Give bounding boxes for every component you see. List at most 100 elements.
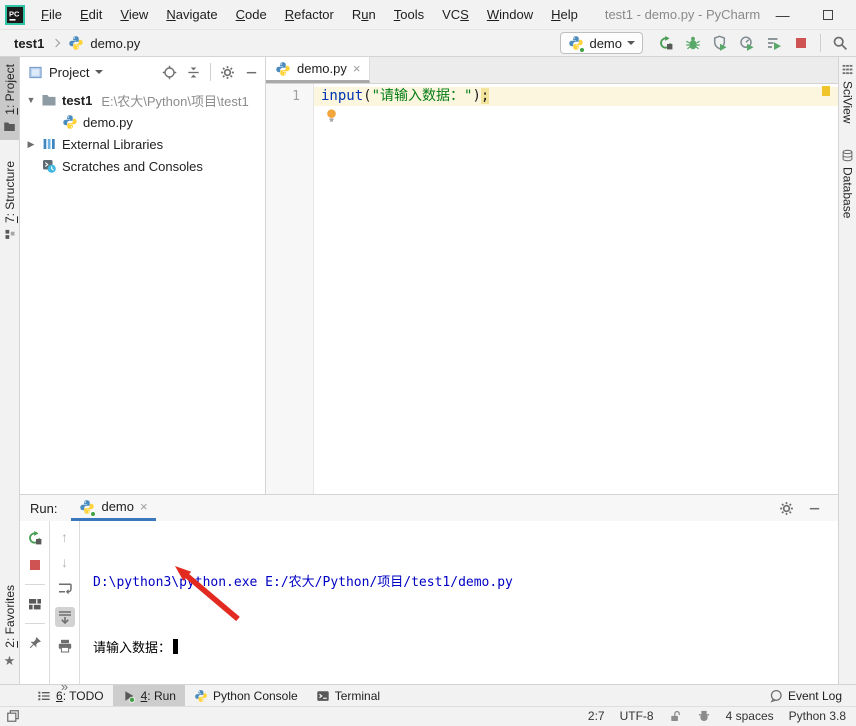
structure-icon (4, 228, 16, 240)
run-with-coverage-button[interactable] (712, 35, 728, 51)
run-toolbar: demo (560, 32, 848, 54)
toolwindow-tab-database[interactable]: Database (839, 149, 856, 218)
debug-button[interactable] (685, 35, 701, 51)
menu-item-navigate[interactable]: Navigate (157, 0, 226, 29)
restore-layout-button[interactable] (27, 596, 43, 612)
menu-item-view[interactable]: View (111, 0, 157, 29)
up-stack-trace-button[interactable]: ↑ (61, 530, 68, 544)
run-configuration-selector[interactable]: demo (560, 32, 643, 54)
project-toolwindow-icon (28, 65, 43, 80)
hide-panel-button[interactable] (244, 65, 259, 80)
run-panel-title: Run: (30, 501, 57, 516)
run-config-name: demo (589, 36, 622, 51)
code-area[interactable]: input("请输入数据："); (314, 84, 838, 494)
breadcrumb-project[interactable]: test1 (14, 36, 44, 51)
window-title: test1 - demo.py - PyCharm (605, 7, 760, 22)
stop-button[interactable] (27, 557, 43, 573)
menu-item-vcs[interactable]: VCS (433, 0, 478, 29)
tree-root-path: E:\农大\Python\项目\test1 (101, 91, 248, 110)
menu-item-tools[interactable]: Tools (385, 0, 433, 29)
star-icon: ★ (4, 653, 16, 669)
soft-wrap-button[interactable] (57, 580, 73, 596)
editor-body[interactable]: 1 input("请输入数据："); (266, 84, 838, 494)
tree-row-scratches[interactable]: Scratches and Consoles (20, 155, 265, 177)
database-icon (841, 149, 854, 162)
down-stack-trace-button[interactable]: ↓ (61, 555, 68, 569)
title-bar: FileEditViewNavigateCodeRefactorRunTools… (0, 0, 856, 30)
tree-row-file[interactable]: demo.py (20, 111, 265, 133)
favorites-tab-label: 2 (3, 641, 17, 648)
pycharm-logo-icon (5, 5, 25, 25)
menu-item-run[interactable]: Run (343, 0, 385, 29)
run-with-button[interactable] (766, 35, 782, 51)
run-console[interactable]: D:\python3\python.exe E:/农大/Python/项目/te… (80, 521, 838, 684)
toolwindow-tab-project[interactable]: 1: Project (0, 57, 19, 140)
run-toolwindow: Run: demo × (20, 494, 838, 684)
chevron-expanded-icon[interactable]: ▼ (26, 95, 36, 105)
gear-icon[interactable] (220, 65, 235, 80)
window-controls: — × (760, 0, 856, 29)
toolwindow-switcher-icon[interactable] (6, 709, 20, 723)
run-config-python-icon (568, 35, 584, 51)
rerun-button[interactable] (658, 35, 674, 51)
editor-gutter: 1 (266, 84, 314, 494)
menu-item-window[interactable]: Window (478, 0, 542, 29)
scroll-to-end-button[interactable] (55, 607, 75, 627)
minimize-button[interactable]: — (760, 0, 805, 29)
console-caret (173, 639, 178, 654)
pin-tab-button[interactable] (27, 635, 43, 651)
run-panel-header: Run: demo × (20, 495, 838, 521)
toolwindow-tab-structure[interactable]: 7: Structure (0, 154, 19, 247)
tree-row-root[interactable]: ▼ test1 E:\农大\Python\项目\test1 (20, 89, 265, 111)
code-token-string: "请输入数据：" (372, 88, 473, 104)
collapse-all-button[interactable] (186, 65, 201, 80)
locate-file-button[interactable] (162, 65, 177, 80)
project-tree: ▼ test1 E:\农大\Python\项目\test1 demo.py ▶ … (20, 87, 265, 177)
menu-item-code[interactable]: Code (227, 0, 276, 29)
close-icon[interactable]: × (353, 62, 361, 75)
run-toolbar-left (20, 521, 50, 684)
toolbar-divider (210, 63, 211, 81)
scrollbar-warning-mark[interactable] (822, 86, 830, 96)
folder-icon (3, 120, 16, 133)
tree-row-external-libraries[interactable]: ▶ External Libraries (20, 133, 265, 155)
code-line-1[interactable]: input("请输入数据："); (314, 87, 838, 106)
rerun-button[interactable] (27, 530, 43, 546)
chevron-collapsed-icon[interactable]: ▶ (26, 139, 36, 150)
toolwindow-tab-sciview[interactable]: SciView (839, 63, 856, 123)
project-panel-header: Project (20, 57, 265, 87)
console-prompt-line: 请输入数据： (93, 638, 838, 660)
search-everywhere-button[interactable] (832, 35, 848, 51)
menu-item-edit[interactable]: Edit (71, 0, 111, 29)
toolwindow-tab-favorites[interactable]: 2: Favorites ★ (0, 578, 19, 676)
python-file-icon (62, 114, 78, 130)
chevron-down-icon (627, 41, 635, 45)
code-token-func: input (321, 88, 363, 104)
run-tab-demo[interactable]: demo × (71, 495, 155, 521)
tree-file-name: demo.py (83, 115, 133, 130)
menu-item-refactor[interactable]: Refactor (276, 0, 343, 29)
intention-bulb-icon[interactable] (324, 108, 339, 123)
close-icon[interactable]: × (140, 500, 148, 513)
console-command-line: D:\python3\python.exe E:/农大/Python/项目/te… (93, 572, 838, 594)
close-button[interactable]: × (850, 0, 856, 29)
scratches-icon (41, 158, 57, 174)
editor-tab-demo[interactable]: demo.py × (266, 57, 370, 83)
database-tab-label: Database (841, 167, 855, 218)
menu-item-file[interactable]: File (32, 0, 71, 29)
tree-scratches-label: Scratches and Consoles (62, 159, 203, 174)
chevron-down-icon[interactable] (95, 70, 103, 74)
editor-tab-bar: demo.py × (266, 57, 838, 84)
print-button[interactable] (57, 638, 73, 654)
breadcrumb-file[interactable]: demo.py (90, 36, 140, 51)
hide-panel-button[interactable] (807, 501, 822, 516)
profile-button[interactable] (739, 35, 755, 51)
stop-button[interactable] (793, 35, 809, 51)
toolbar-divider (820, 34, 821, 52)
menu-item-help[interactable]: Help (542, 0, 587, 29)
project-panel-title[interactable]: Project (49, 65, 89, 80)
maximize-button[interactable] (805, 0, 850, 29)
gear-icon[interactable] (779, 501, 794, 516)
breadcrumb: test1 demo.py (14, 35, 140, 51)
sciview-icon (841, 63, 854, 76)
